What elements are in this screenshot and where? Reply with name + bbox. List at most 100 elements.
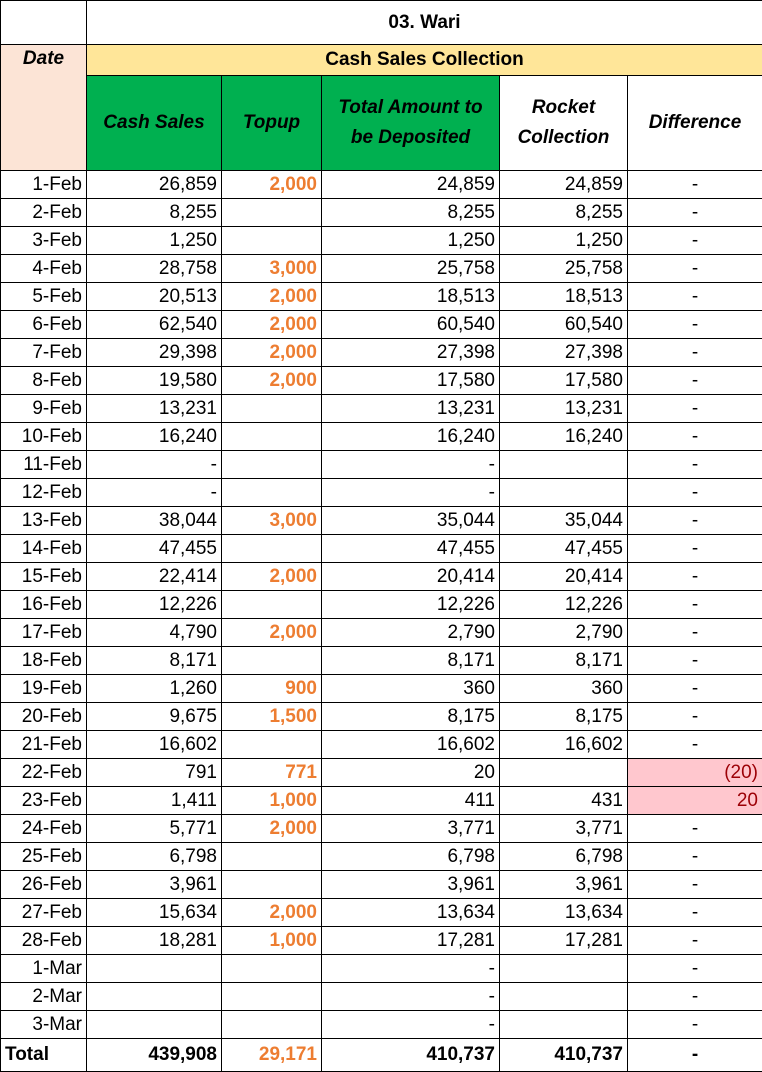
cash-sales-cell[interactable] — [87, 955, 222, 983]
topup-cell[interactable] — [222, 479, 322, 507]
total-deposited-cell[interactable]: - — [322, 451, 500, 479]
total-deposited-cell[interactable]: 12,226 — [322, 591, 500, 619]
rocket-collection-cell[interactable]: 20,414 — [500, 563, 628, 591]
header-difference[interactable]: Difference — [628, 76, 762, 171]
total-deposited-cell[interactable]: 27,398 — [322, 339, 500, 367]
cash-sales-cell[interactable]: 22,414 — [87, 563, 222, 591]
total-label[interactable]: Total — [1, 1039, 87, 1072]
cash-sales-cell[interactable]: 62,540 — [87, 311, 222, 339]
difference-cell[interactable]: - — [628, 703, 762, 731]
date-cell[interactable]: 13-Feb — [1, 507, 87, 535]
rocket-collection-cell[interactable]: 3,771 — [500, 815, 628, 843]
total-deposited-cell[interactable]: 3,771 — [322, 815, 500, 843]
topup-cell[interactable]: 2,000 — [222, 899, 322, 927]
cash-sales-cell[interactable]: 8,171 — [87, 647, 222, 675]
rocket-collection-cell[interactable] — [500, 479, 628, 507]
cash-sales-cell[interactable]: 38,044 — [87, 507, 222, 535]
topup-cell[interactable]: 2,000 — [222, 815, 322, 843]
date-cell[interactable]: 3-Mar — [1, 1011, 87, 1039]
cash-sales-cell[interactable]: 12,226 — [87, 591, 222, 619]
rocket-collection-cell[interactable]: 17,281 — [500, 927, 628, 955]
rocket-collection-cell[interactable]: 13,231 — [500, 395, 628, 423]
topup-cell[interactable]: 771 — [222, 759, 322, 787]
topup-cell[interactable] — [222, 871, 322, 899]
difference-cell[interactable]: - — [628, 395, 762, 423]
date-cell[interactable]: 11-Feb — [1, 451, 87, 479]
topup-cell[interactable]: 2,000 — [222, 339, 322, 367]
date-cell[interactable]: 7-Feb — [1, 339, 87, 367]
total-deposited-cell[interactable]: - — [322, 983, 500, 1011]
total-deposited-cell[interactable]: 17,580 — [322, 367, 500, 395]
date-cell[interactable]: 15-Feb — [1, 563, 87, 591]
difference-cell[interactable]: - — [628, 591, 762, 619]
cash-sales-cell[interactable]: 47,455 — [87, 535, 222, 563]
difference-cell[interactable]: (20) — [628, 759, 762, 787]
topup-cell[interactable]: 1,000 — [222, 787, 322, 815]
rocket-collection-cell[interactable] — [500, 955, 628, 983]
total-deposited[interactable]: 410,737 — [322, 1039, 500, 1072]
total-rocket[interactable]: 410,737 — [500, 1039, 628, 1072]
total-deposited-cell[interactable]: 60,540 — [322, 311, 500, 339]
date-cell[interactable]: 19-Feb — [1, 675, 87, 703]
total-deposited-cell[interactable]: 1,250 — [322, 227, 500, 255]
difference-cell[interactable]: - — [628, 283, 762, 311]
rocket-collection-cell[interactable]: 8,175 — [500, 703, 628, 731]
difference-cell[interactable]: - — [628, 815, 762, 843]
cash-sales-cell[interactable]: 18,281 — [87, 927, 222, 955]
topup-cell[interactable]: 900 — [222, 675, 322, 703]
rocket-collection-cell[interactable]: 6,798 — [500, 843, 628, 871]
topup-cell[interactable]: 2,000 — [222, 367, 322, 395]
rocket-collection-cell[interactable]: 16,602 — [500, 731, 628, 759]
difference-cell[interactable]: - — [628, 843, 762, 871]
difference-cell[interactable]: - — [628, 311, 762, 339]
cash-sales-cell[interactable]: 15,634 — [87, 899, 222, 927]
cash-sales-cell[interactable]: 1,260 — [87, 675, 222, 703]
rocket-collection-cell[interactable]: 8,171 — [500, 647, 628, 675]
rocket-collection-cell[interactable] — [500, 1011, 628, 1039]
topup-cell[interactable]: 2,000 — [222, 619, 322, 647]
date-cell[interactable]: 2-Feb — [1, 199, 87, 227]
cash-sales-cell[interactable]: 16,240 — [87, 423, 222, 451]
total-difference[interactable]: - — [628, 1039, 762, 1072]
rocket-collection-cell[interactable]: 35,044 — [500, 507, 628, 535]
total-cash-sales[interactable]: 439,908 — [87, 1039, 222, 1072]
total-deposited-cell[interactable]: 8,175 — [322, 703, 500, 731]
rocket-collection-cell[interactable]: 1,250 — [500, 227, 628, 255]
total-deposited-cell[interactable]: 16,602 — [322, 731, 500, 759]
cash-sales-cell[interactable]: 4,790 — [87, 619, 222, 647]
topup-cell[interactable] — [222, 591, 322, 619]
cash-sales-cell[interactable]: 3,961 — [87, 871, 222, 899]
date-cell[interactable]: 12-Feb — [1, 479, 87, 507]
cash-sales-cell[interactable]: - — [87, 479, 222, 507]
total-deposited-cell[interactable]: 13,231 — [322, 395, 500, 423]
rocket-collection-cell[interactable]: 16,240 — [500, 423, 628, 451]
difference-cell[interactable]: - — [628, 171, 762, 199]
rocket-collection-cell[interactable]: 47,455 — [500, 535, 628, 563]
topup-cell[interactable] — [222, 395, 322, 423]
difference-cell[interactable]: - — [628, 339, 762, 367]
header-cash-sales[interactable]: Cash Sales — [87, 76, 222, 171]
date-cell[interactable]: 2-Mar — [1, 983, 87, 1011]
difference-cell[interactable]: - — [628, 983, 762, 1011]
topup-cell[interactable] — [222, 843, 322, 871]
date-cell[interactable]: 4-Feb — [1, 255, 87, 283]
cash-sales-cell[interactable]: 20,513 — [87, 283, 222, 311]
group-header[interactable]: Cash Sales Collection — [87, 45, 762, 76]
difference-cell[interactable]: - — [628, 871, 762, 899]
date-cell[interactable]: 8-Feb — [1, 367, 87, 395]
rocket-collection-cell[interactable]: 13,634 — [500, 899, 628, 927]
difference-cell[interactable]: - — [628, 255, 762, 283]
date-cell[interactable]: 25-Feb — [1, 843, 87, 871]
date-cell[interactable]: 3-Feb — [1, 227, 87, 255]
total-deposited-cell[interactable]: 47,455 — [322, 535, 500, 563]
cash-sales-cell[interactable]: 19,580 — [87, 367, 222, 395]
topup-cell[interactable] — [222, 731, 322, 759]
total-deposited-cell[interactable]: 360 — [322, 675, 500, 703]
difference-cell[interactable]: 20 — [628, 787, 762, 815]
rocket-collection-cell[interactable] — [500, 983, 628, 1011]
topup-cell[interactable] — [222, 199, 322, 227]
total-deposited-cell[interactable]: 18,513 — [322, 283, 500, 311]
topup-cell[interactable]: 2,000 — [222, 171, 322, 199]
date-cell[interactable]: 20-Feb — [1, 703, 87, 731]
header-total-deposited[interactable]: Total Amount to be Deposited — [322, 76, 500, 171]
